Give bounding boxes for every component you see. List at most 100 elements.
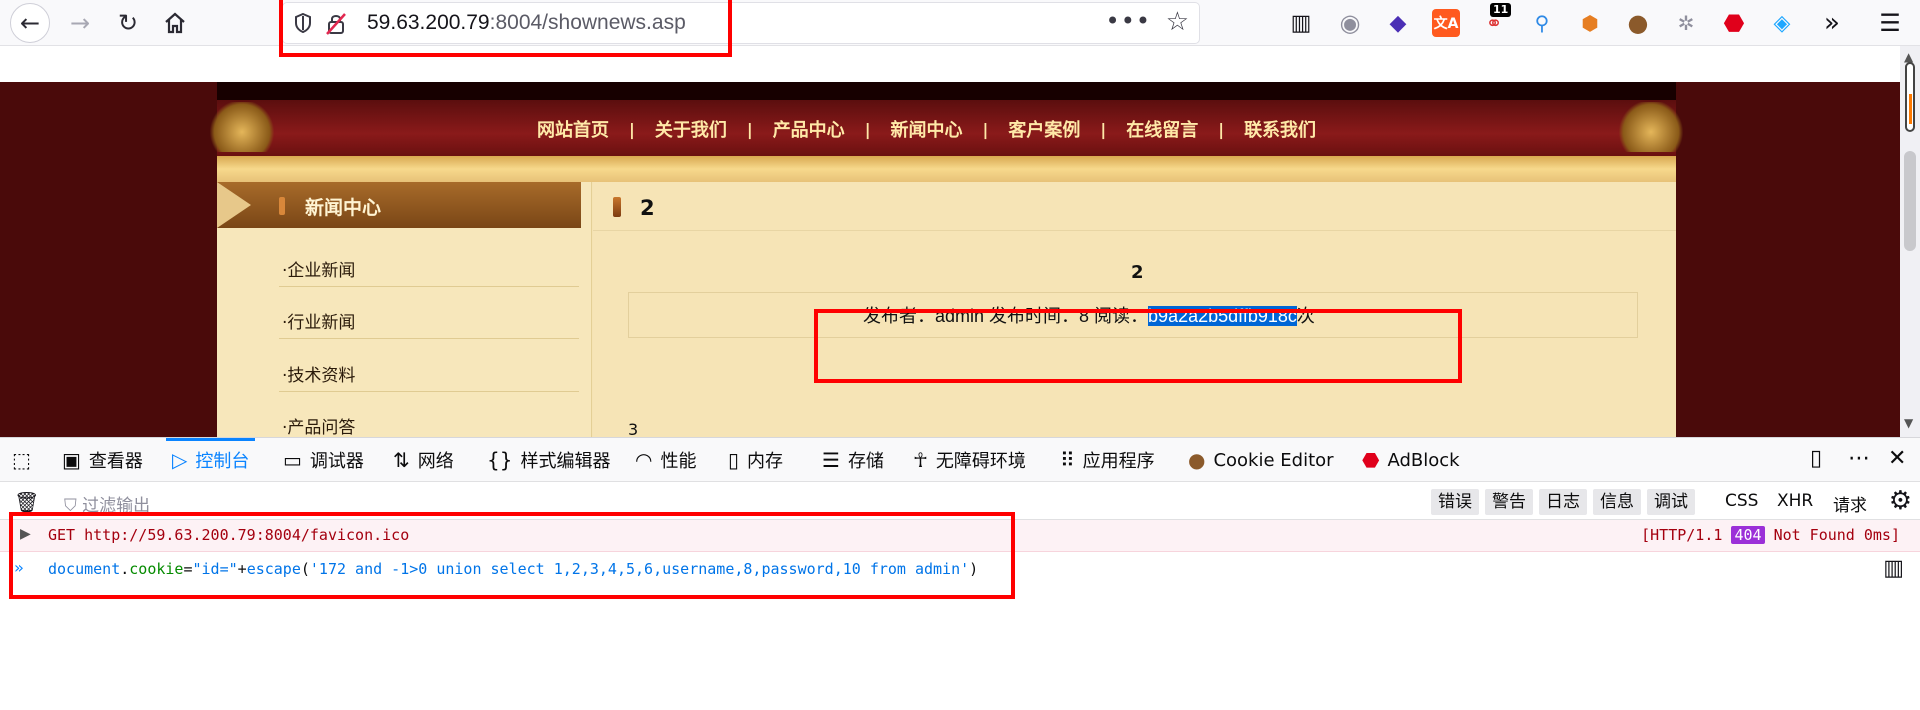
tab-label: 调试器 xyxy=(309,451,364,472)
nav-item-message[interactable]: 在线留言 xyxy=(1106,116,1218,142)
site-nav: 网站首页 | 关于我们 | 产品中心 | 新闻中心 | 客户案例 | 在线留言 | 联系我们 xyxy=(207,100,1686,156)
layers-extension-icon[interactable]: ◆ xyxy=(1384,9,1412,37)
tab-adblock[interactable]: ⬣ AdBlock xyxy=(1362,438,1460,482)
tab-label: Cookie Editor xyxy=(1213,449,1334,471)
clear-console-icon[interactable]: 🗑 xyxy=(14,490,39,514)
devtools-menu-icon[interactable]: ⋯ xyxy=(1848,446,1870,471)
site-header-strip xyxy=(217,82,1676,100)
cookie-icon: ● xyxy=(1188,448,1206,472)
filter-requests[interactable]: 请求 xyxy=(1833,491,1867,516)
console-icon: ▷ xyxy=(172,448,188,472)
sidebar-arrow-icon xyxy=(217,182,251,228)
tab-console[interactable]: ▷ 控制台 xyxy=(165,438,256,482)
bookmark-star-icon[interactable]: ☆ xyxy=(1166,7,1189,37)
error-status: [HTTP/1.1 404 Not Found 0ms] xyxy=(1641,526,1900,544)
snowflake-extension-icon[interactable]: ✲ xyxy=(1672,9,1700,37)
molecule-extension-icon[interactable]: ⚭ 11 xyxy=(1480,3,1512,37)
filter-css[interactable]: CSS xyxy=(1725,491,1758,511)
nav-item-contact[interactable]: 联系我们 xyxy=(1224,116,1336,142)
extension-badge: 11 xyxy=(1490,3,1512,17)
sidebar-bar-icon xyxy=(279,197,285,215)
nav-item-about[interactable]: 关于我们 xyxy=(635,116,747,142)
forward-button[interactable]: → xyxy=(60,3,100,43)
nav-items: 网站首页 | 关于我们 | 产品中心 | 新闻中心 | 客户案例 | 在线留言 | 联系我们 xyxy=(517,116,1336,142)
nav-item-products[interactable]: 产品中心 xyxy=(753,116,865,142)
level-errors[interactable]: 错误 xyxy=(1431,489,1479,515)
debugger-icon: ▭ xyxy=(283,448,302,472)
page-scrollbar[interactable]: ▲ ▼ xyxy=(1900,46,1920,437)
sidebar-header: 新闻中心 xyxy=(217,182,581,228)
status-suffix: Not Found 0ms] xyxy=(1773,526,1900,544)
back-button[interactable]: ← xyxy=(10,3,50,43)
tab-label: 无障碍环境 xyxy=(935,451,1026,472)
hexagon-extension-icon[interactable]: ⬢ xyxy=(1576,9,1604,37)
tab-style-editor[interactable]: {} 样式编辑器 xyxy=(487,438,610,482)
home-icon xyxy=(165,12,185,34)
close-icon[interactable]: ✕ xyxy=(1888,446,1906,471)
braces-icon: {} xyxy=(487,448,513,472)
sidebar-item-industry-news[interactable]: ·行业新闻 xyxy=(282,308,355,333)
tab-storage[interactable]: ☰ 存储 xyxy=(822,438,884,482)
article-title: 2 xyxy=(640,196,655,220)
tab-inspector[interactable]: ▣ 查看器 xyxy=(62,438,143,482)
adblock-extension-icon[interactable]: ⬣ xyxy=(1720,9,1748,37)
tab-debugger[interactable]: ▭ 调试器 xyxy=(283,438,364,482)
cookie-extension-icon[interactable]: ● xyxy=(1624,9,1652,37)
reader-sidebar-icon[interactable]: ▥ xyxy=(1287,9,1315,37)
level-info[interactable]: 信息 xyxy=(1593,489,1641,515)
decorative-band xyxy=(217,156,1676,182)
tab-label: 样式编辑器 xyxy=(520,451,611,472)
tab-label: 控制台 xyxy=(195,451,250,472)
tab-label: AdBlock xyxy=(1387,449,1460,471)
circle-extension-icon[interactable]: ◉ xyxy=(1336,9,1364,37)
performance-icon: ◠ xyxy=(635,448,653,472)
element-picker-button[interactable]: ⬚ xyxy=(12,438,39,482)
hamburger-menu-icon[interactable]: ☰ xyxy=(1876,9,1904,37)
memory-icon: ▯ xyxy=(728,448,740,472)
scrollbar-thumb[interactable] xyxy=(1904,151,1916,251)
tab-cookie-editor[interactable]: ● Cookie Editor xyxy=(1188,438,1334,482)
divider xyxy=(279,286,579,287)
pin-extension-icon[interactable]: ⚲ xyxy=(1528,9,1556,37)
website: 网站首页 | 关于我们 | 产品中心 | 新闻中心 | 客户案例 | 在线留言 | 联系我们… xyxy=(207,82,1686,437)
sidebar-item-enterprise-news[interactable]: ·企业新闻 xyxy=(282,256,355,281)
translate-extension-icon[interactable]: 文A xyxy=(1432,9,1460,37)
dock-toggle-icon[interactable]: ▯ xyxy=(1810,446,1822,471)
cube-extension-icon[interactable]: ◈ xyxy=(1768,9,1796,37)
nav-item-cases[interactable]: 客户案例 xyxy=(988,116,1100,142)
home-button[interactable] xyxy=(155,3,195,43)
sidebar-item-tech-docs[interactable]: ·技术资料 xyxy=(282,361,355,386)
accessibility-icon: ☥ xyxy=(913,448,928,472)
level-logs[interactable]: 日志 xyxy=(1539,489,1587,515)
sidebar-item-product-faq[interactable]: ·产品问答 xyxy=(282,413,355,437)
tab-label: 内存 xyxy=(747,451,784,472)
page-viewport: 网站首页 | 关于我们 | 产品中心 | 新闻中心 | 客户案例 | 在线留言 | 联系我们… xyxy=(0,82,1900,437)
tab-label: 性能 xyxy=(660,451,697,472)
editor-mode-icon[interactable]: ▥ xyxy=(1883,556,1904,581)
tab-network[interactable]: ⇅ 网络 xyxy=(393,438,454,482)
arrow-right-icon: → xyxy=(69,9,91,37)
divider xyxy=(279,338,579,339)
sidebar: 新闻中心 ·企业新闻 ·行业新闻 ·技术资料 ·产品问答 xyxy=(217,182,592,437)
sidebar-title: 新闻中心 xyxy=(305,197,382,219)
reload-button[interactable]: ↻ xyxy=(108,3,148,43)
level-warnings[interactable]: 警告 xyxy=(1485,489,1533,515)
tab-memory[interactable]: ▯ 内存 xyxy=(728,438,783,482)
left-ornament xyxy=(207,102,277,152)
adblock-icon: ⬣ xyxy=(1362,448,1380,472)
tab-accessibility[interactable]: ☥ 无障碍环境 xyxy=(913,438,1026,482)
more-extensions-icon[interactable]: » xyxy=(1818,8,1846,38)
scroll-down-icon[interactable]: ▼ xyxy=(1904,416,1913,430)
tab-performance[interactable]: ◠ 性能 xyxy=(635,438,696,482)
level-debug[interactable]: 调试 xyxy=(1647,489,1695,515)
tab-label: 网络 xyxy=(417,451,454,472)
annotation-box-console xyxy=(9,512,1015,599)
tab-application[interactable]: ⠿ 应用程序 xyxy=(1060,438,1155,482)
settings-gear-icon[interactable]: ⚙ xyxy=(1889,486,1912,516)
filter-xhr[interactable]: XHR xyxy=(1777,491,1813,511)
page-actions-menu-icon[interactable]: ••• xyxy=(1106,7,1151,35)
arrow-left-icon: ← xyxy=(19,9,41,37)
nav-item-home[interactable]: 网站首页 xyxy=(517,116,629,142)
nav-item-news[interactable]: 新闻中心 xyxy=(871,116,983,142)
title-bar-icon xyxy=(613,197,621,217)
